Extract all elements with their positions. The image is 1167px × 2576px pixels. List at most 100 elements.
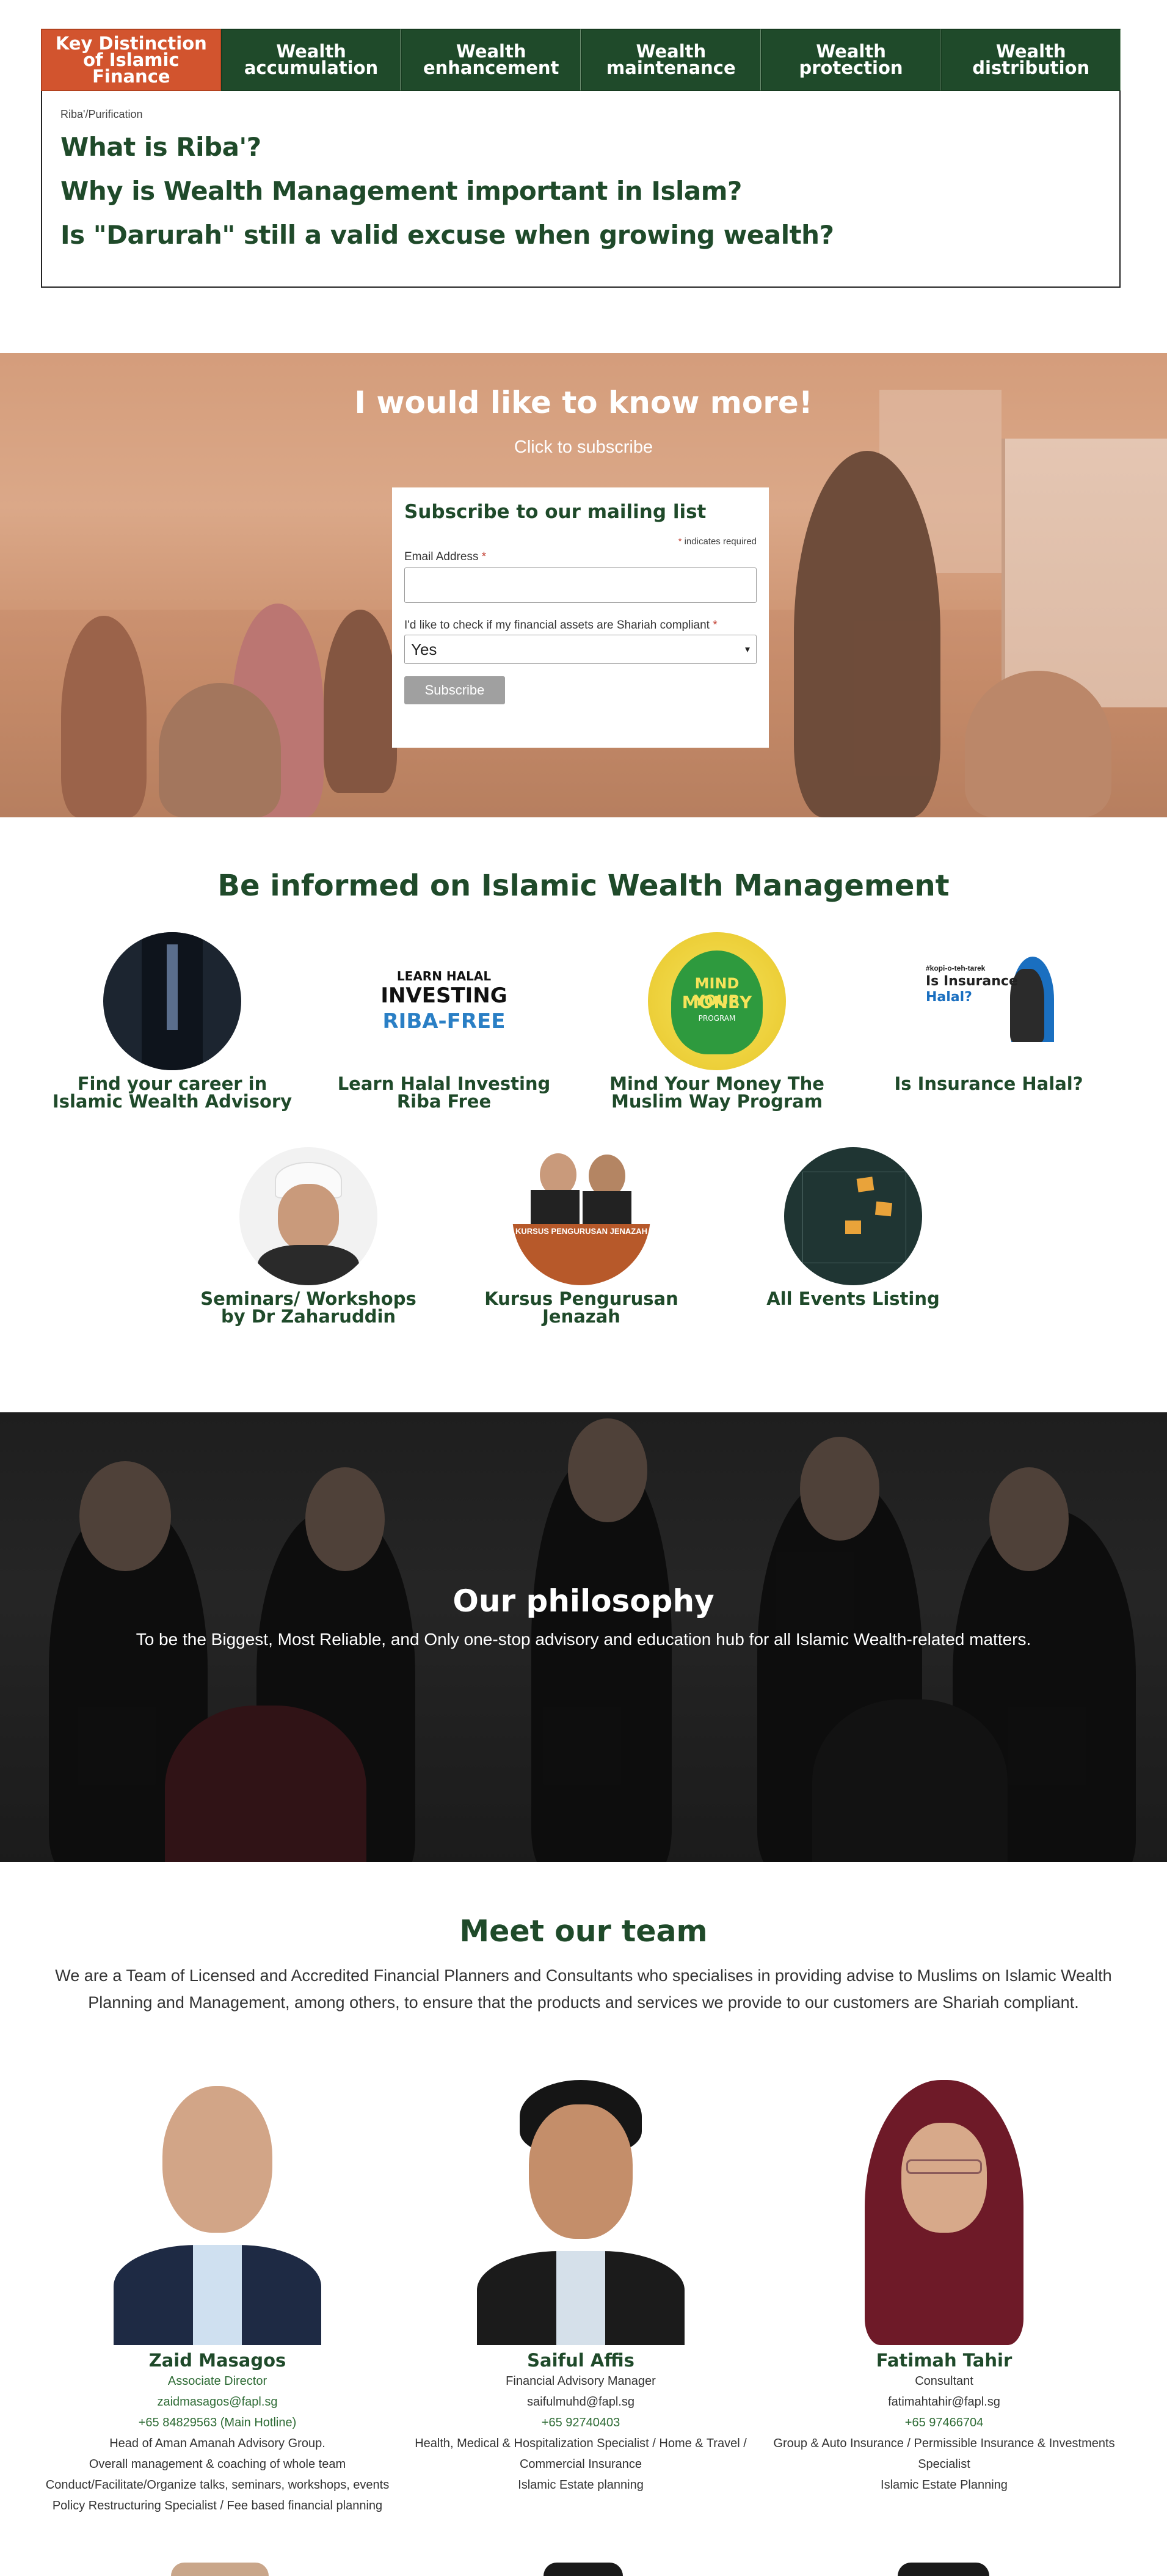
philosophy-title: Our philosophy bbox=[453, 1583, 714, 1619]
card-label: All Events Listing bbox=[766, 1288, 940, 1309]
email-field[interactable] bbox=[404, 567, 757, 603]
panel-caption: Riba'/Purification bbox=[60, 108, 143, 120]
subscribe-title: I would like to know more! bbox=[354, 385, 813, 420]
link-darurah[interactable]: Is "Darurah" still a valid excuse when g… bbox=[60, 217, 1101, 253]
member-photo bbox=[114, 2080, 321, 2345]
thumb-text-line: KURSUS PENGURUSAN JENAZAH bbox=[515, 1227, 647, 1236]
glasses-shape bbox=[906, 2159, 982, 2174]
member-photo bbox=[840, 2080, 1048, 2345]
shariah-label: I'd like to check if my financial assets… bbox=[404, 619, 757, 632]
head-shape bbox=[901, 2123, 987, 2233]
shirt-shape bbox=[556, 2251, 605, 2345]
card-thumbnail bbox=[239, 1147, 377, 1285]
card-kursus-jenazah[interactable]: KURSUS PENGURUSAN JENAZAH Kursus Penguru… bbox=[459, 1147, 703, 1326]
shariah-label-text: I'd like to check if my financial assets… bbox=[404, 619, 710, 632]
chevron-down-icon: ▾ bbox=[744, 644, 750, 655]
subscribe-button[interactable]: Subscribe bbox=[404, 676, 505, 704]
member-detail: Conduct/Facilitate/Organize talks, semin… bbox=[45, 2478, 390, 2492]
member-name: Zaid Masagos bbox=[148, 2350, 286, 2371]
mailing-list-form: Subscribe to our mailing list * indicate… bbox=[392, 487, 769, 748]
card-label: Is Insurance Halal? bbox=[894, 1073, 1083, 1094]
thumb-text-line: MONEY bbox=[682, 992, 752, 1012]
member-email-link[interactable]: zaidmasagos@fapl.sg bbox=[28, 2392, 407, 2412]
thumb-text-line: Halal? bbox=[926, 990, 972, 1005]
tab-bar: Key Distinction of Islamic Finance Wealt… bbox=[41, 29, 1121, 91]
shariah-select[interactable]: Yes ▾ bbox=[404, 635, 757, 664]
member-email-link[interactable]: saifulmuhd@fapl.sg bbox=[391, 2392, 770, 2412]
tab-key-distinction[interactable]: Key Distinction of Islamic Finance bbox=[41, 29, 221, 91]
card-thumbnail: #kopi-o-teh-tarek Is Insurance Halal? bbox=[920, 932, 1058, 1070]
informed-section-title: Be informed on Islamic Wealth Management bbox=[217, 869, 950, 903]
thumb-text-line: #kopi-o-teh-tarek bbox=[926, 964, 986, 972]
card-thumbnail bbox=[103, 932, 241, 1070]
suit-figure bbox=[531, 1190, 580, 1227]
tab-panel: Riba'/Purification What is Riba'? Why is… bbox=[41, 91, 1121, 288]
tie-shape bbox=[167, 944, 178, 1030]
card-thumbnail: LEARN HALAL INVESTING RIBA-FREE bbox=[375, 932, 513, 1070]
team-member-zaid: Zaid Masagos Associate Director zaidmasa… bbox=[28, 2080, 407, 2516]
card-career-islamic-wealth[interactable]: Find your career in Islamic Wealth Advis… bbox=[50, 932, 294, 1111]
thumb-text-line: RIBA-FREE bbox=[382, 1009, 506, 1034]
member-detail: Group & Auto Insurance / Permissible Ins… bbox=[773, 2437, 1115, 2471]
shariah-select-value: Yes bbox=[411, 640, 437, 659]
member-photo bbox=[477, 2080, 685, 2345]
card-mind-your-money[interactable]: MIND YOUR MONEY PROGRAM Mind Your Money … bbox=[595, 932, 839, 1111]
member-detail: Head of Aman Amanah Advisory Group. bbox=[109, 2437, 325, 2450]
card-insurance-halal[interactable]: #kopi-o-teh-tarek Is Insurance Halal? Is… bbox=[867, 932, 1111, 1093]
link-why-wealth-management[interactable]: Why is Wealth Management important in Is… bbox=[60, 173, 1101, 209]
tab-wealth-enhancement[interactable]: Wealth enhancement bbox=[401, 29, 581, 91]
card-seminars-dr-zaharuddin[interactable]: Seminars/ Workshops by Dr Zaharuddin bbox=[186, 1147, 431, 1326]
next-member-photo-peek bbox=[898, 2563, 989, 2576]
member-phone-link[interactable]: +65 92740403 bbox=[391, 2412, 770, 2433]
next-member-photo-peek bbox=[544, 2563, 623, 2576]
card-all-events[interactable]: All Events Listing bbox=[731, 1147, 975, 1308]
card-halal-investing[interactable]: LEARN HALAL INVESTING RIBA-FREE Learn Ha… bbox=[322, 932, 566, 1111]
member-detail: Overall management & coaching of whole t… bbox=[89, 2457, 346, 2471]
team-member-fatimah: Fatimah Tahir Consultant fatimahtahir@fa… bbox=[755, 2080, 1133, 2495]
team-intro: We are a Team of Licensed and Accredited… bbox=[55, 1966, 1112, 2012]
email-label: Email Address * bbox=[404, 550, 757, 564]
suit-figure bbox=[583, 1191, 631, 1227]
next-member-photo-peek bbox=[171, 2563, 269, 2576]
member-name: Fatimah Tahir bbox=[876, 2350, 1012, 2371]
thumb-text-line: PROGRAM bbox=[698, 1014, 736, 1023]
member-detail: Islamic Estate planning bbox=[518, 2478, 644, 2492]
suit-figure bbox=[258, 1245, 359, 1285]
member-detail: Islamic Estate Planning bbox=[881, 2478, 1008, 2492]
tab-wealth-distribution[interactable]: Wealth distribution bbox=[940, 29, 1121, 91]
required-note-text: indicates required bbox=[684, 536, 757, 547]
required-note: * indicates required bbox=[404, 536, 757, 547]
member-role: Financial Advisory Manager bbox=[506, 2374, 656, 2388]
philosophy-section: Our philosophy To be the Biggest, Most R… bbox=[0, 1412, 1167, 1862]
link-what-is-riba[interactable]: What is Riba'? bbox=[60, 130, 1101, 165]
required-asterisk: * bbox=[481, 550, 487, 563]
member-name: Saiful Affis bbox=[527, 2350, 634, 2371]
wealth-topics-tabs: Key Distinction of Islamic Finance Wealt… bbox=[41, 29, 1121, 288]
team-member-saiful: Saiful Affis Financial Advisory Manager … bbox=[391, 2080, 770, 2495]
card-label: Find your career in Islamic Wealth Advis… bbox=[52, 1073, 293, 1112]
philosophy-text: To be the Biggest, Most Reliable, and On… bbox=[136, 1630, 1031, 1649]
required-asterisk: * bbox=[678, 536, 682, 547]
thumb-text-line: Is Insurance bbox=[926, 974, 1018, 989]
tab-wealth-protection[interactable]: Wealth protection bbox=[760, 29, 941, 91]
tab-wealth-accumulation[interactable]: Wealth accumulation bbox=[220, 29, 401, 91]
card-thumbnail: MIND YOUR MONEY PROGRAM bbox=[648, 932, 786, 1070]
member-detail: Health, Medical & Hospitalization Specia… bbox=[415, 2437, 747, 2471]
member-email-link[interactable]: fatimahtahir@fapl.sg bbox=[755, 2392, 1133, 2412]
subscribe-hero: I would like to know more! Click to subs… bbox=[0, 353, 1167, 817]
required-asterisk: * bbox=[713, 619, 718, 632]
member-detail: Policy Restructuring Specialist / Fee ba… bbox=[52, 2499, 383, 2512]
team-title: Meet our team bbox=[459, 1914, 708, 1949]
member-phone-link[interactable]: +65 97466704 bbox=[755, 2412, 1133, 2433]
member-role: Associate Director bbox=[167, 2374, 267, 2388]
card-label: Kursus Pengurusan Jenazah bbox=[484, 1288, 678, 1327]
email-label-text: Email Address bbox=[404, 550, 479, 563]
shirt-shape bbox=[193, 2245, 242, 2345]
thumb-text-line: INVESTING bbox=[380, 983, 507, 1008]
face-shape bbox=[278, 1184, 339, 1251]
tab-wealth-maintenance[interactable]: Wealth maintenance bbox=[581, 29, 761, 91]
subscribe-subtitle-link[interactable]: Click to subscribe bbox=[0, 437, 1167, 458]
member-role: Consultant bbox=[915, 2374, 973, 2388]
member-phone-link[interactable]: +65 84829563 (Main Hotline) bbox=[28, 2412, 407, 2433]
card-thumbnail: KURSUS PENGURUSAN JENAZAH bbox=[512, 1147, 650, 1285]
